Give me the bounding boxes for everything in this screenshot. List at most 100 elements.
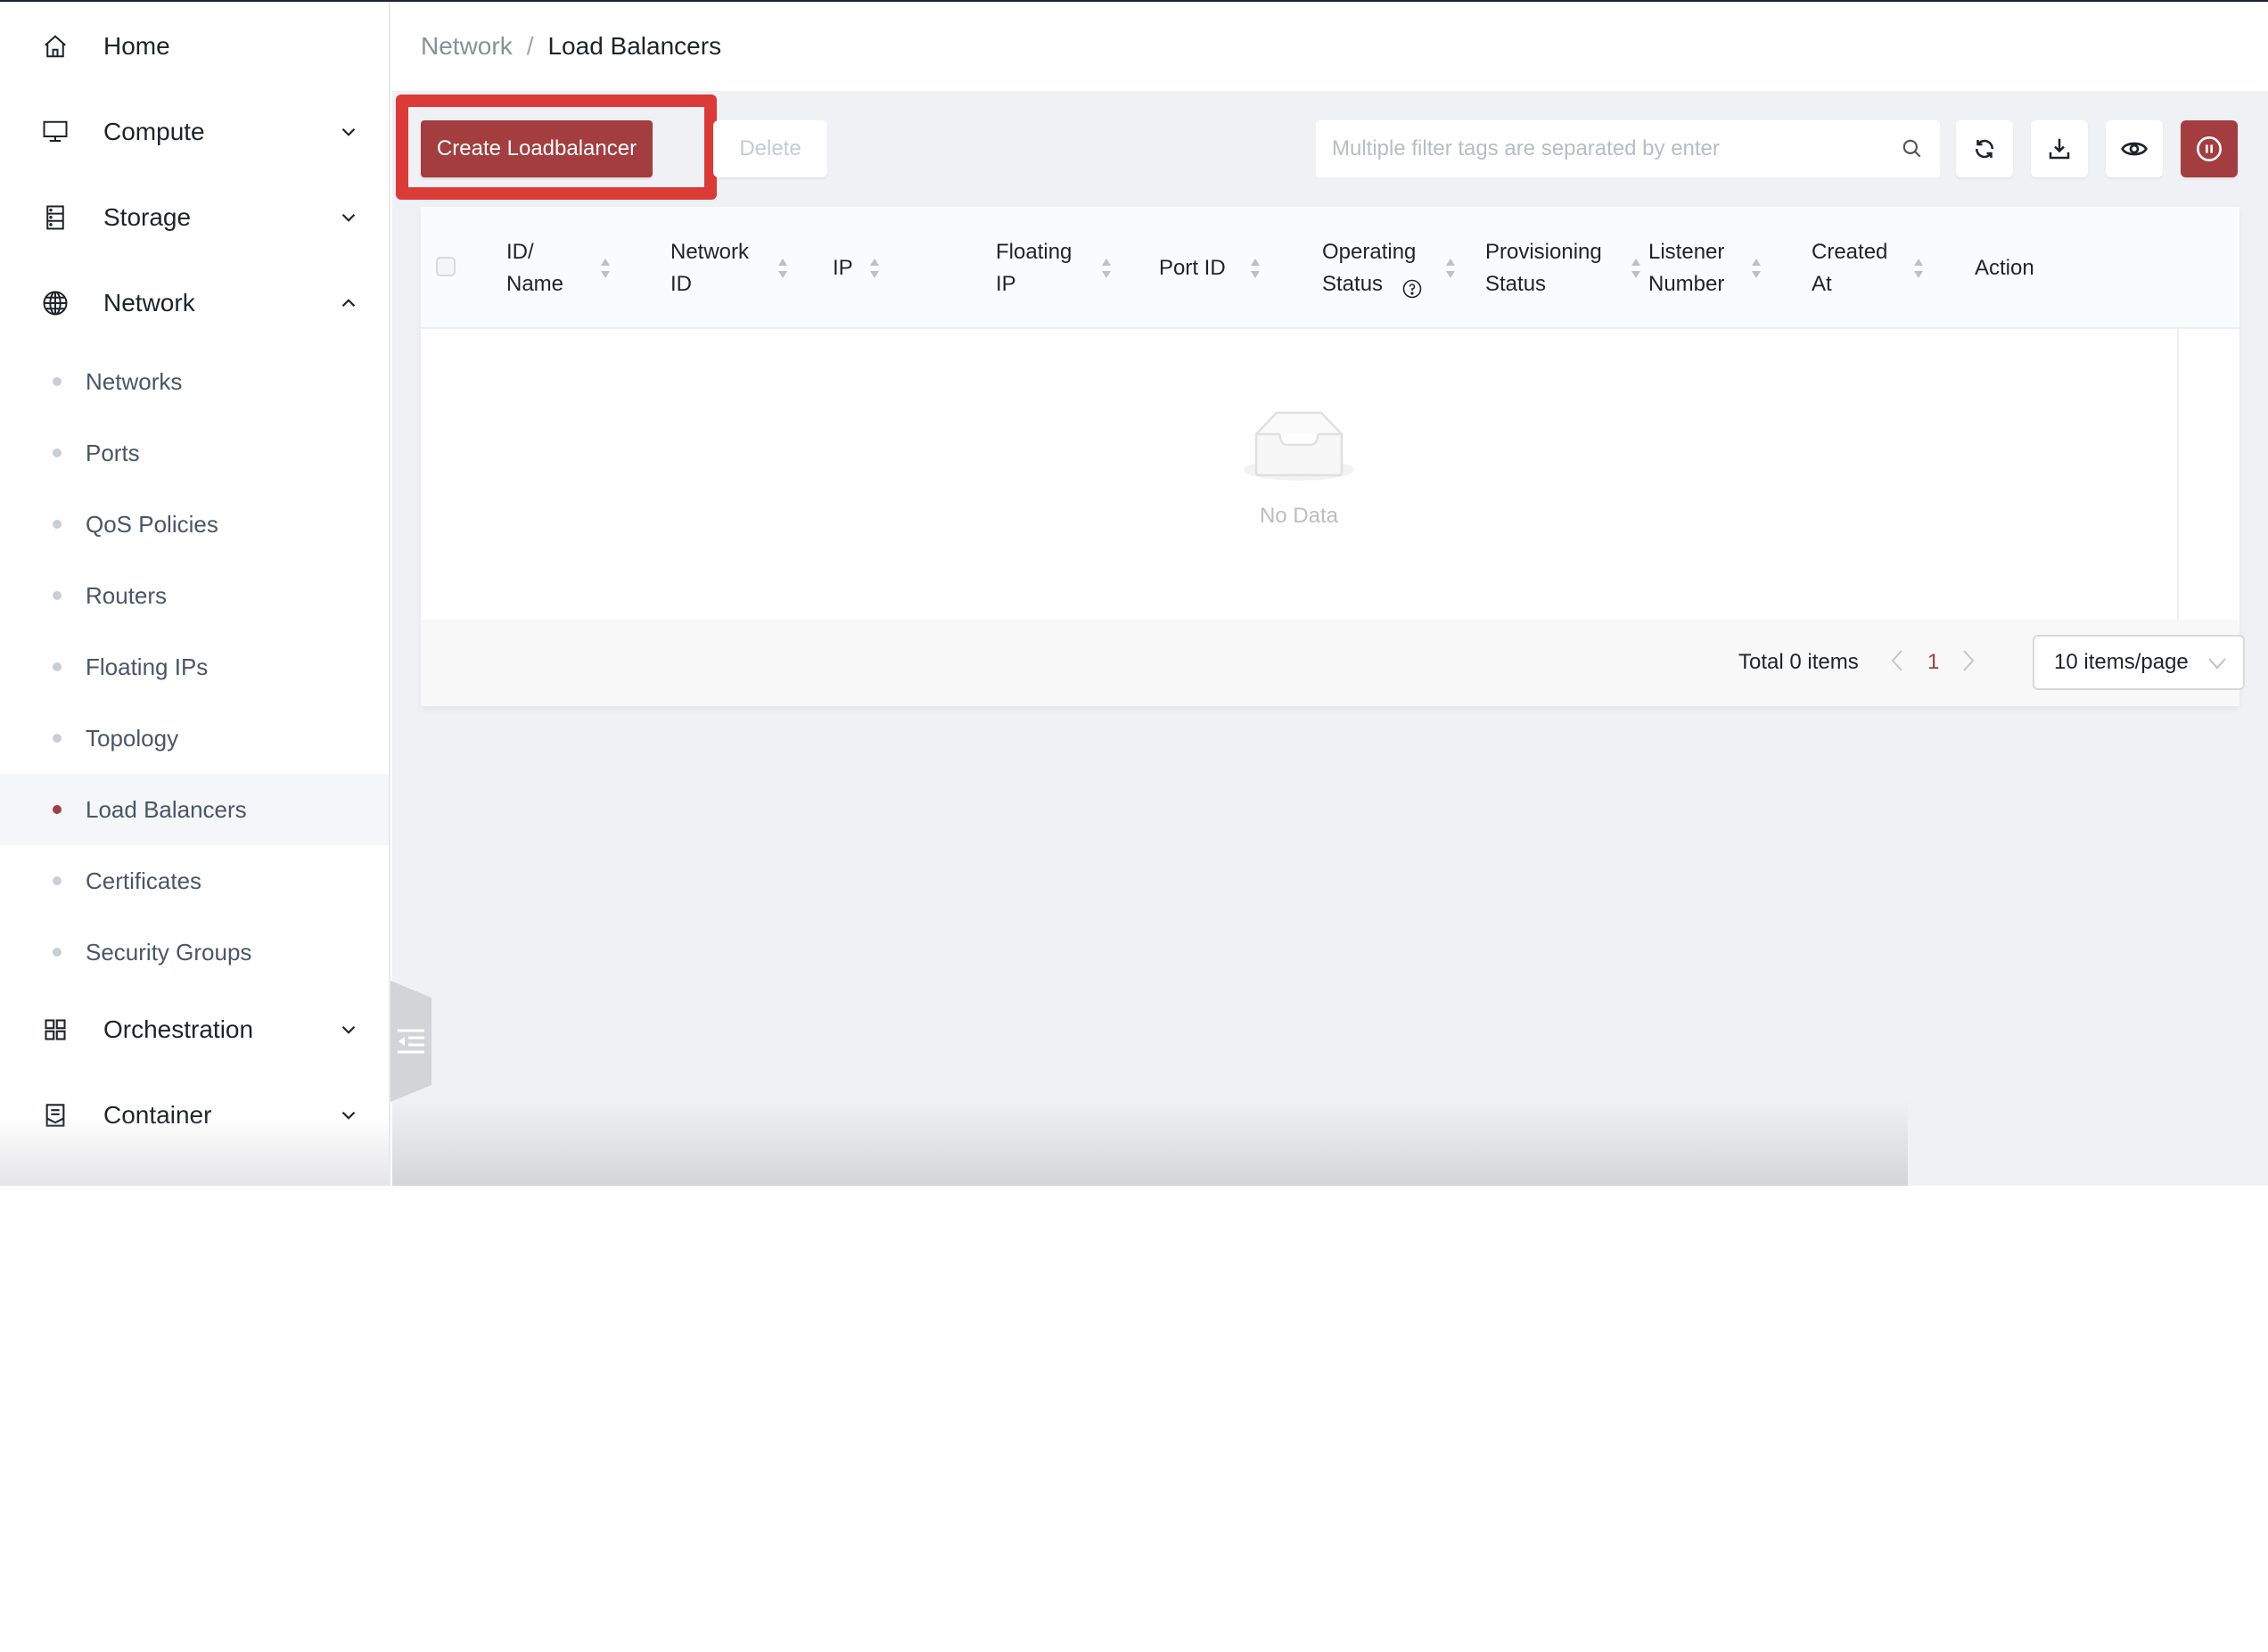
page-header: Network / Load Balancers <box>392 2 2268 91</box>
table-body: No Data <box>421 329 2179 620</box>
home-icon <box>41 32 70 61</box>
monitor-icon <box>41 118 70 146</box>
bullet-dot-active <box>53 805 62 814</box>
sidebar-subitem-qos-policies[interactable]: QoS Policies <box>0 489 389 560</box>
chevron-down-icon <box>341 213 356 222</box>
chevron-down-icon <box>341 1025 356 1034</box>
chevron-left-icon <box>1891 650 1902 671</box>
breadcrumb-parent[interactable]: Network <box>421 32 513 61</box>
globe-icon <box>41 289 70 317</box>
refresh-icon <box>1975 139 1994 159</box>
sidebar-item-home[interactable]: Home <box>0 6 389 86</box>
column-visibility-button[interactable] <box>2106 120 2163 177</box>
next-page-button[interactable] <box>1958 646 1979 675</box>
sidebar-item-storage[interactable]: Storage <box>0 177 389 258</box>
bullet-dot <box>53 377 62 386</box>
sidebar-subitem-label: Security Groups <box>86 938 252 966</box>
empty-text: No Data <box>1259 504 1339 528</box>
column-header-created-at[interactable]: Created At <box>1812 207 1887 329</box>
sidebar-subitem-label: QoS Policies <box>86 510 218 538</box>
sidebar-item-orchestration[interactable]: Orchestration <box>0 990 389 1070</box>
sort-icon[interactable] <box>868 255 881 282</box>
sidebar-subitem-topology[interactable]: Topology <box>0 703 389 774</box>
sidebar-subitem-label: Load Balancers <box>86 795 247 823</box>
breadcrumb-current: Load Balancers <box>547 32 722 60</box>
column-header-action: Action <box>1975 255 2034 280</box>
sort-icon[interactable] <box>1100 255 1113 282</box>
page-number-current[interactable]: 1 <box>1927 650 1939 675</box>
sidebar-subitem-security-groups[interactable]: Security Groups <box>0 916 389 988</box>
menu-fold-icon <box>398 1029 424 1054</box>
pagination: Total 0 items 1 10 items/page <box>421 620 2245 706</box>
sidebar-subitem-label: Floating IPs <box>86 653 209 680</box>
sidebar-item-compute[interactable]: Compute <box>0 92 389 172</box>
sidebar-item-label: Orchestration <box>103 1015 254 1043</box>
sidebar-subitem-label: Routers <box>86 581 168 609</box>
empty-inbox-icon <box>1244 411 1354 481</box>
sidebar-subitem-certificates[interactable]: Certificates <box>0 845 389 916</box>
breadcrumb: Network / Load Balancers <box>421 32 721 61</box>
sort-icon[interactable] <box>1750 255 1763 282</box>
chevron-up-icon <box>341 299 356 308</box>
sort-icon[interactable] <box>1444 255 1457 282</box>
sort-icon[interactable] <box>599 255 612 282</box>
sidebar-item-label: Network <box>103 289 195 316</box>
page-size-value: 10 items/page <box>2054 650 2189 674</box>
sidebar-subitem-label: Ports <box>86 439 140 466</box>
sort-icon[interactable] <box>777 255 789 282</box>
sidebar-subitem-floating-ips[interactable]: Floating IPs <box>0 631 389 703</box>
sidebar-subitem-routers[interactable]: Routers <box>0 560 389 631</box>
search-input[interactable] <box>1332 136 1901 161</box>
storage-icon <box>41 203 70 232</box>
pause-circle-icon <box>2197 136 2222 161</box>
create-loadbalancer-button[interactable]: Create Loadbalancer <box>421 120 653 177</box>
bullet-dot <box>53 662 62 671</box>
help-icon[interactable] <box>1401 278 1423 300</box>
chevron-down-icon <box>2208 658 2226 670</box>
sidebar-subitem-networks[interactable]: Networks <box>0 346 389 417</box>
chevron-down-icon <box>341 127 356 136</box>
sidebar-subitem-label: Topology <box>86 724 179 752</box>
search-icon[interactable] <box>1901 137 1924 160</box>
column-header-floating-ip[interactable]: Floating IP <box>996 207 1072 329</box>
column-header-port-id[interactable]: Port ID <box>1159 207 1226 329</box>
sort-icon[interactable] <box>1630 255 1642 282</box>
refresh-button[interactable] <box>1956 120 2013 177</box>
delete-button[interactable]: Delete <box>713 120 827 177</box>
app-window: Home Compute Storage Network Networks Po… <box>0 0 2268 1186</box>
breadcrumb-separator: / <box>526 32 534 60</box>
main-content: Network / Load Balancers Create Loadbala… <box>392 2 2268 1186</box>
column-header-provisioning-status[interactable]: Provisioning Status <box>1485 207 1602 329</box>
column-header-id-name[interactable]: ID/ Name <box>506 207 563 329</box>
sidebar-subitem-label: Certificates <box>86 867 202 894</box>
bullet-dot <box>53 734 62 743</box>
sort-icon[interactable] <box>1912 255 1925 282</box>
sidebar-bottom-shadow <box>0 1116 389 1186</box>
column-header-listener-number[interactable]: Listener Number <box>1648 207 1724 329</box>
sidebar-item-label: Compute <box>103 118 205 145</box>
auto-refresh-pause-button[interactable] <box>2181 120 2238 177</box>
eye-icon <box>2121 142 2148 156</box>
select-all-checkbox[interactable] <box>436 257 456 276</box>
sort-icon[interactable] <box>1249 255 1261 282</box>
column-header-network-id[interactable]: Network ID <box>670 207 749 329</box>
sidebar-item-network[interactable]: Network <box>0 263 389 343</box>
main-bottom-shadow <box>392 1098 1908 1186</box>
loadbalancer-table: ID/ Name Network ID IP Floating IP Port … <box>421 207 2245 706</box>
bullet-dot <box>53 520 62 529</box>
prev-page-button[interactable] <box>1886 646 1908 675</box>
sidebar-subitem-load-balancers[interactable]: Load Balancers <box>0 774 389 845</box>
sidebar-item-label: Home <box>103 32 170 60</box>
column-header-ip[interactable]: IP <box>833 207 853 329</box>
sidebar-collapse-handle[interactable] <box>390 981 431 1102</box>
total-count: Total 0 items <box>1738 650 1859 674</box>
sidebar-subitem-label: Networks <box>86 367 183 395</box>
page-size-select[interactable]: 10 items/page <box>2033 635 2245 690</box>
empty-state: No Data <box>421 409 2177 529</box>
column-header-operating-status[interactable]: Operating Status <box>1322 207 1416 329</box>
sidebar: Home Compute Storage Network Networks Po… <box>0 2 390 1186</box>
sidebar-subitem-ports[interactable]: Ports <box>0 417 389 489</box>
sidebar-item-label: Storage <box>103 203 192 231</box>
chevron-right-icon <box>1963 650 1975 671</box>
download-button[interactable] <box>2031 120 2088 177</box>
